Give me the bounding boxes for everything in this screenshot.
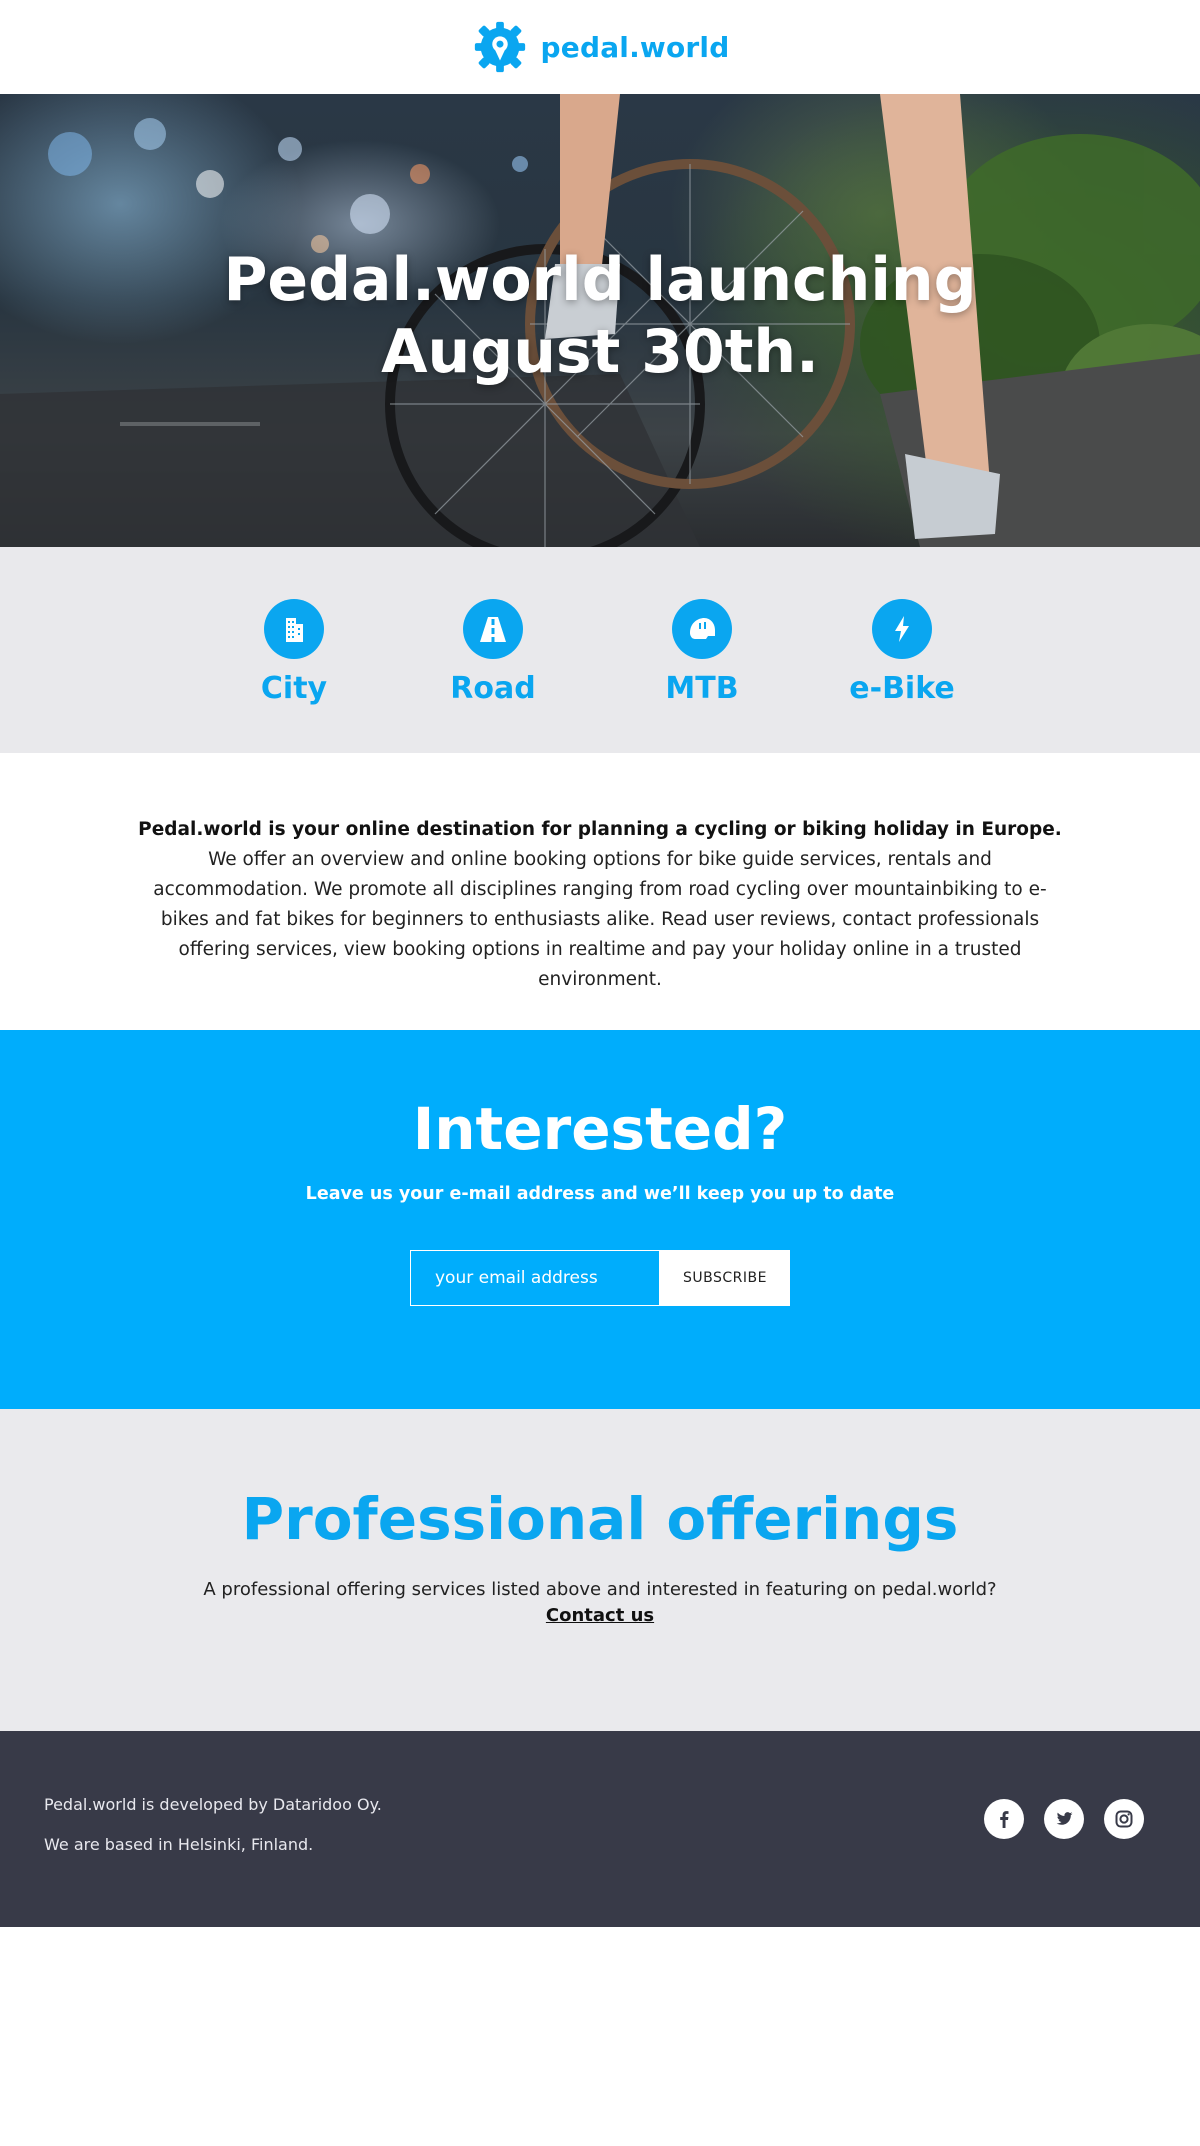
email-input[interactable] <box>410 1250 660 1306</box>
page-bottom-space <box>0 1927 1200 2146</box>
professional-text: A professional offering services listed … <box>203 1579 997 1600</box>
facebook-link[interactable] <box>984 1799 1024 1839</box>
instagram-link[interactable] <box>1104 1799 1144 1839</box>
category-label: City <box>260 671 328 706</box>
facebook-icon <box>1000 1811 1009 1828</box>
site-header: pedal.world <box>0 0 1200 94</box>
instagram-icon <box>1115 1810 1133 1828</box>
category-label: MTB <box>665 671 739 706</box>
brand-name: pedal.world <box>540 30 730 64</box>
subscribe-button[interactable]: SUBSCRIBE <box>660 1250 790 1306</box>
category-road[interactable]: Road <box>423 599 563 706</box>
road-icon <box>463 599 523 659</box>
category-bar: City Road MTB e-Bike <box>0 547 1200 753</box>
twitter-icon <box>1056 1812 1073 1825</box>
building-icon <box>264 599 324 659</box>
footer-developer-text: Pedal.world is developed by Dataridoo Oy… <box>44 1795 382 1814</box>
newsletter-title: Interested? <box>412 1095 788 1163</box>
newsletter-form: SUBSCRIBE <box>410 1250 790 1306</box>
professional-title: Professional offerings <box>241 1485 959 1553</box>
newsletter-subtitle: Leave us your e-mail address and we’ll k… <box>305 1184 895 1204</box>
category-ebike[interactable]: e-Bike <box>832 599 972 706</box>
category-label: e-Bike <box>849 671 955 706</box>
footer-info: Pedal.world is developed by Dataridoo Oy… <box>44 1795 382 1875</box>
hero-banner: Pedal.world launching August 30th. <box>0 94 1200 547</box>
professional-section: Professional offerings A professional of… <box>0 1409 1200 1731</box>
lightning-icon <box>872 599 932 659</box>
newsletter-section: Interested? Leave us your e-mail address… <box>0 1030 1200 1409</box>
category-city[interactable]: City <box>224 599 364 706</box>
gear-pin-logo-icon <box>474 21 525 73</box>
helmet-icon <box>672 599 732 659</box>
twitter-link[interactable] <box>1044 1799 1084 1839</box>
about-body: We offer an overview and online booking … <box>153 849 1047 990</box>
site-footer: Pedal.world is developed by Dataridoo Oy… <box>0 1731 1200 1927</box>
hero-title: Pedal.world launching August 30th. <box>0 244 1200 388</box>
brand-logo-link[interactable]: pedal.world <box>471 18 730 76</box>
social-links <box>984 1799 1144 1839</box>
category-label: Road <box>450 671 536 706</box>
about-lead: Pedal.world is your online destination f… <box>138 819 1062 840</box>
category-mtb[interactable]: MTB <box>632 599 772 706</box>
contact-us-link[interactable]: Contact us <box>546 1605 654 1626</box>
footer-location-text: We are based in Helsinki, Finland. <box>44 1835 314 1854</box>
about-paragraph: Pedal.world is your online destination f… <box>135 815 1065 995</box>
hero-title-line1: Pedal.world launching <box>223 245 977 315</box>
hero-title-line2: August 30th. <box>381 317 819 387</box>
about-section: Pedal.world is your online destination f… <box>0 753 1200 1030</box>
